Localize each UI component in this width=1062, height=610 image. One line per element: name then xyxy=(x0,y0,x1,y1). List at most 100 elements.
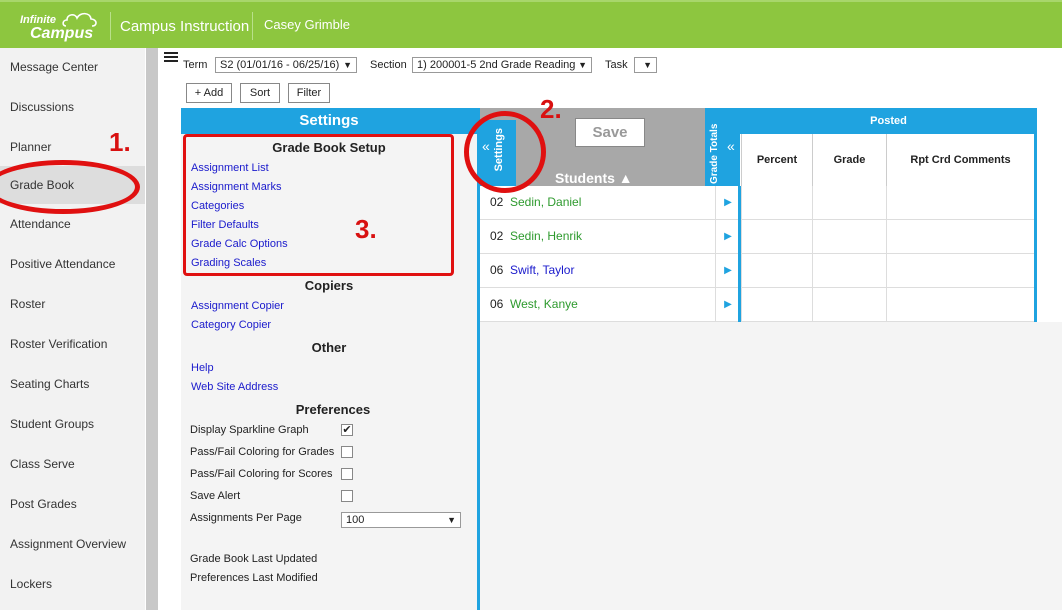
annotation-step-1: 1. xyxy=(109,127,131,157)
sidebar-item-assignment-overview[interactable]: Assignment Overview xyxy=(0,525,145,563)
sidebar-item-seating-charts[interactable]: Seating Charts xyxy=(0,365,145,403)
percent-cell[interactable] xyxy=(741,220,812,254)
posted-header: Posted xyxy=(740,108,1037,134)
percent-cell[interactable] xyxy=(741,186,812,220)
expand-arrow-icon[interactable]: ▶ xyxy=(715,186,740,220)
comments-cell[interactable] xyxy=(886,220,1037,254)
dropdown-arrow-icon: ▼ xyxy=(343,60,352,70)
pref-pf-scores-label: Pass/Fail Coloring for Scores xyxy=(190,468,333,480)
sidebar-scrollbar[interactable] xyxy=(146,48,158,610)
posted-right-border xyxy=(1034,134,1037,322)
dropdown-arrow-icon: ▼ xyxy=(643,60,652,70)
annotation-box-setup xyxy=(183,134,454,276)
table-row[interactable]: 02 Sedin, Daniel ▶ xyxy=(480,186,1037,220)
dropdown-arrow-icon: ▼ xyxy=(447,515,456,525)
student-name[interactable]: West, Kanye xyxy=(510,297,578,311)
section-value: 1) 200001-5 2nd Grade Reading xyxy=(417,59,576,71)
top-bar: Infinite Campus Campus Instruction Casey… xyxy=(0,0,1062,48)
comments-cell[interactable] xyxy=(886,186,1037,220)
per-page-select[interactable]: 100 ▼ xyxy=(341,512,461,528)
per-page-label: Assignments Per Page xyxy=(190,512,302,524)
table-row[interactable]: 02 Sedin, Henrik ▶ xyxy=(480,220,1037,254)
grade-cell[interactable] xyxy=(812,254,886,288)
grade-column-header[interactable]: Grade xyxy=(812,134,886,186)
percent-cell[interactable] xyxy=(741,254,812,288)
grade-totals-tab[interactable]: Grade Totals « xyxy=(705,108,740,186)
app-title[interactable]: Campus Instruction xyxy=(120,18,249,35)
annotation-step-3: 3. xyxy=(355,214,377,244)
grade-totals-label: Grade Totals xyxy=(709,123,720,184)
comments-cell[interactable] xyxy=(886,254,1037,288)
sidebar-item-student-groups[interactable]: Student Groups xyxy=(0,405,145,443)
hamburger-menu-icon[interactable] xyxy=(164,52,178,64)
pref-pf-grades-label: Pass/Fail Coloring for Grades xyxy=(190,446,335,458)
infinite-campus-logo[interactable]: Infinite Campus xyxy=(18,10,102,42)
sidebar-item-roster[interactable]: Roster xyxy=(0,285,145,323)
divider xyxy=(110,12,111,40)
sidebar-item-discussions[interactable]: Discussions xyxy=(0,88,145,126)
other-title: Other xyxy=(311,340,347,355)
assignment-copier-link[interactable]: Assignment Copier xyxy=(191,300,284,312)
sidebar-item-positive-attendance[interactable]: Positive Attendance xyxy=(0,245,145,283)
percent-cell[interactable] xyxy=(741,288,812,322)
web-site-address-link[interactable]: Web Site Address xyxy=(191,381,278,393)
table-row[interactable]: 06 West, Kanye ▶ xyxy=(480,288,1037,322)
term-label: Term xyxy=(183,59,208,71)
grade-cell[interactable] xyxy=(812,288,886,322)
sort-button[interactable]: Sort xyxy=(240,83,280,103)
grade-cell[interactable] xyxy=(812,186,886,220)
sidebar-item-roster-verification[interactable]: Roster Verification xyxy=(0,325,145,363)
section-select[interactable]: 1) 200001-5 2nd Grade Reading ▼ xyxy=(412,57,592,73)
sidebar-item-class-serve[interactable]: Class Serve xyxy=(0,445,145,483)
expand-arrow-icon[interactable]: ▶ xyxy=(715,288,740,322)
brand-line2: Campus xyxy=(30,25,94,42)
table-row[interactable]: 06 Swift, Taylor ▶ xyxy=(480,254,1037,288)
expand-arrow-icon[interactable]: ▶ xyxy=(715,254,740,288)
student-grade-level: 06 xyxy=(490,263,504,277)
help-link[interactable]: Help xyxy=(191,362,214,374)
user-name[interactable]: Casey Grimble xyxy=(264,17,350,32)
pref-save-alert-label: Save Alert xyxy=(190,490,241,502)
term-select[interactable]: S2 (01/01/16 - 06/25/16) ▼ xyxy=(215,57,357,73)
task-label: Task xyxy=(605,59,628,71)
term-value: S2 (01/01/16 - 06/25/16) xyxy=(220,59,340,71)
student-name[interactable]: Sedin, Daniel xyxy=(510,195,581,209)
task-select[interactable]: ▼ xyxy=(634,57,657,73)
grade-cell[interactable] xyxy=(812,220,886,254)
student-name[interactable]: Sedin, Henrik xyxy=(510,229,582,243)
copiers-title: Copiers xyxy=(304,278,354,293)
sidebar-item-post-grades[interactable]: Post Grades xyxy=(0,485,145,523)
student-grade-level: 06 xyxy=(490,297,504,311)
students-column-header[interactable]: Students ▲ xyxy=(555,170,633,186)
pref-pf-grades-checkbox[interactable] xyxy=(341,446,353,458)
pref-sparkline-label: Display Sparkline Graph xyxy=(190,424,309,436)
student-name[interactable]: Swift, Taylor xyxy=(510,263,574,277)
prefs-modified-label: Preferences Last Modified xyxy=(190,572,318,584)
annotation-step-2: 2. xyxy=(540,94,562,124)
grid-empty-area xyxy=(480,322,1062,610)
divider xyxy=(252,12,253,40)
settings-header: Settings xyxy=(181,108,477,134)
sidebar-item-lockers[interactable]: Lockers xyxy=(0,565,145,603)
filter-button[interactable]: Filter xyxy=(288,83,330,103)
pref-save-alert-checkbox[interactable] xyxy=(341,490,353,502)
preferences-title: Preferences xyxy=(295,402,371,417)
comments-cell[interactable] xyxy=(886,288,1037,322)
add-button[interactable]: + Add xyxy=(186,83,232,103)
rpt-crd-comments-column-header[interactable]: Rpt Crd Comments xyxy=(886,134,1034,186)
percent-column-header[interactable]: Percent xyxy=(741,134,812,186)
expand-arrow-icon[interactable]: ▶ xyxy=(715,220,740,254)
pref-pf-scores-checkbox[interactable] xyxy=(341,468,353,480)
pref-sparkline-checkbox[interactable]: ✔ xyxy=(341,424,353,436)
sidebar-item-message-center[interactable]: Message Center xyxy=(0,48,145,86)
student-grade-level: 02 xyxy=(490,195,504,209)
double-chevron-left-icon: « xyxy=(727,138,735,154)
dropdown-arrow-icon: ▼ xyxy=(578,60,587,70)
section-label: Section xyxy=(370,59,407,71)
student-grade-level: 02 xyxy=(490,229,504,243)
last-updated-label: Grade Book Last Updated xyxy=(190,553,318,565)
save-button[interactable]: Save xyxy=(575,118,645,147)
annotation-circle-settings-tab xyxy=(464,111,546,193)
category-copier-link[interactable]: Category Copier xyxy=(191,319,271,331)
posted-left-border xyxy=(738,186,741,322)
